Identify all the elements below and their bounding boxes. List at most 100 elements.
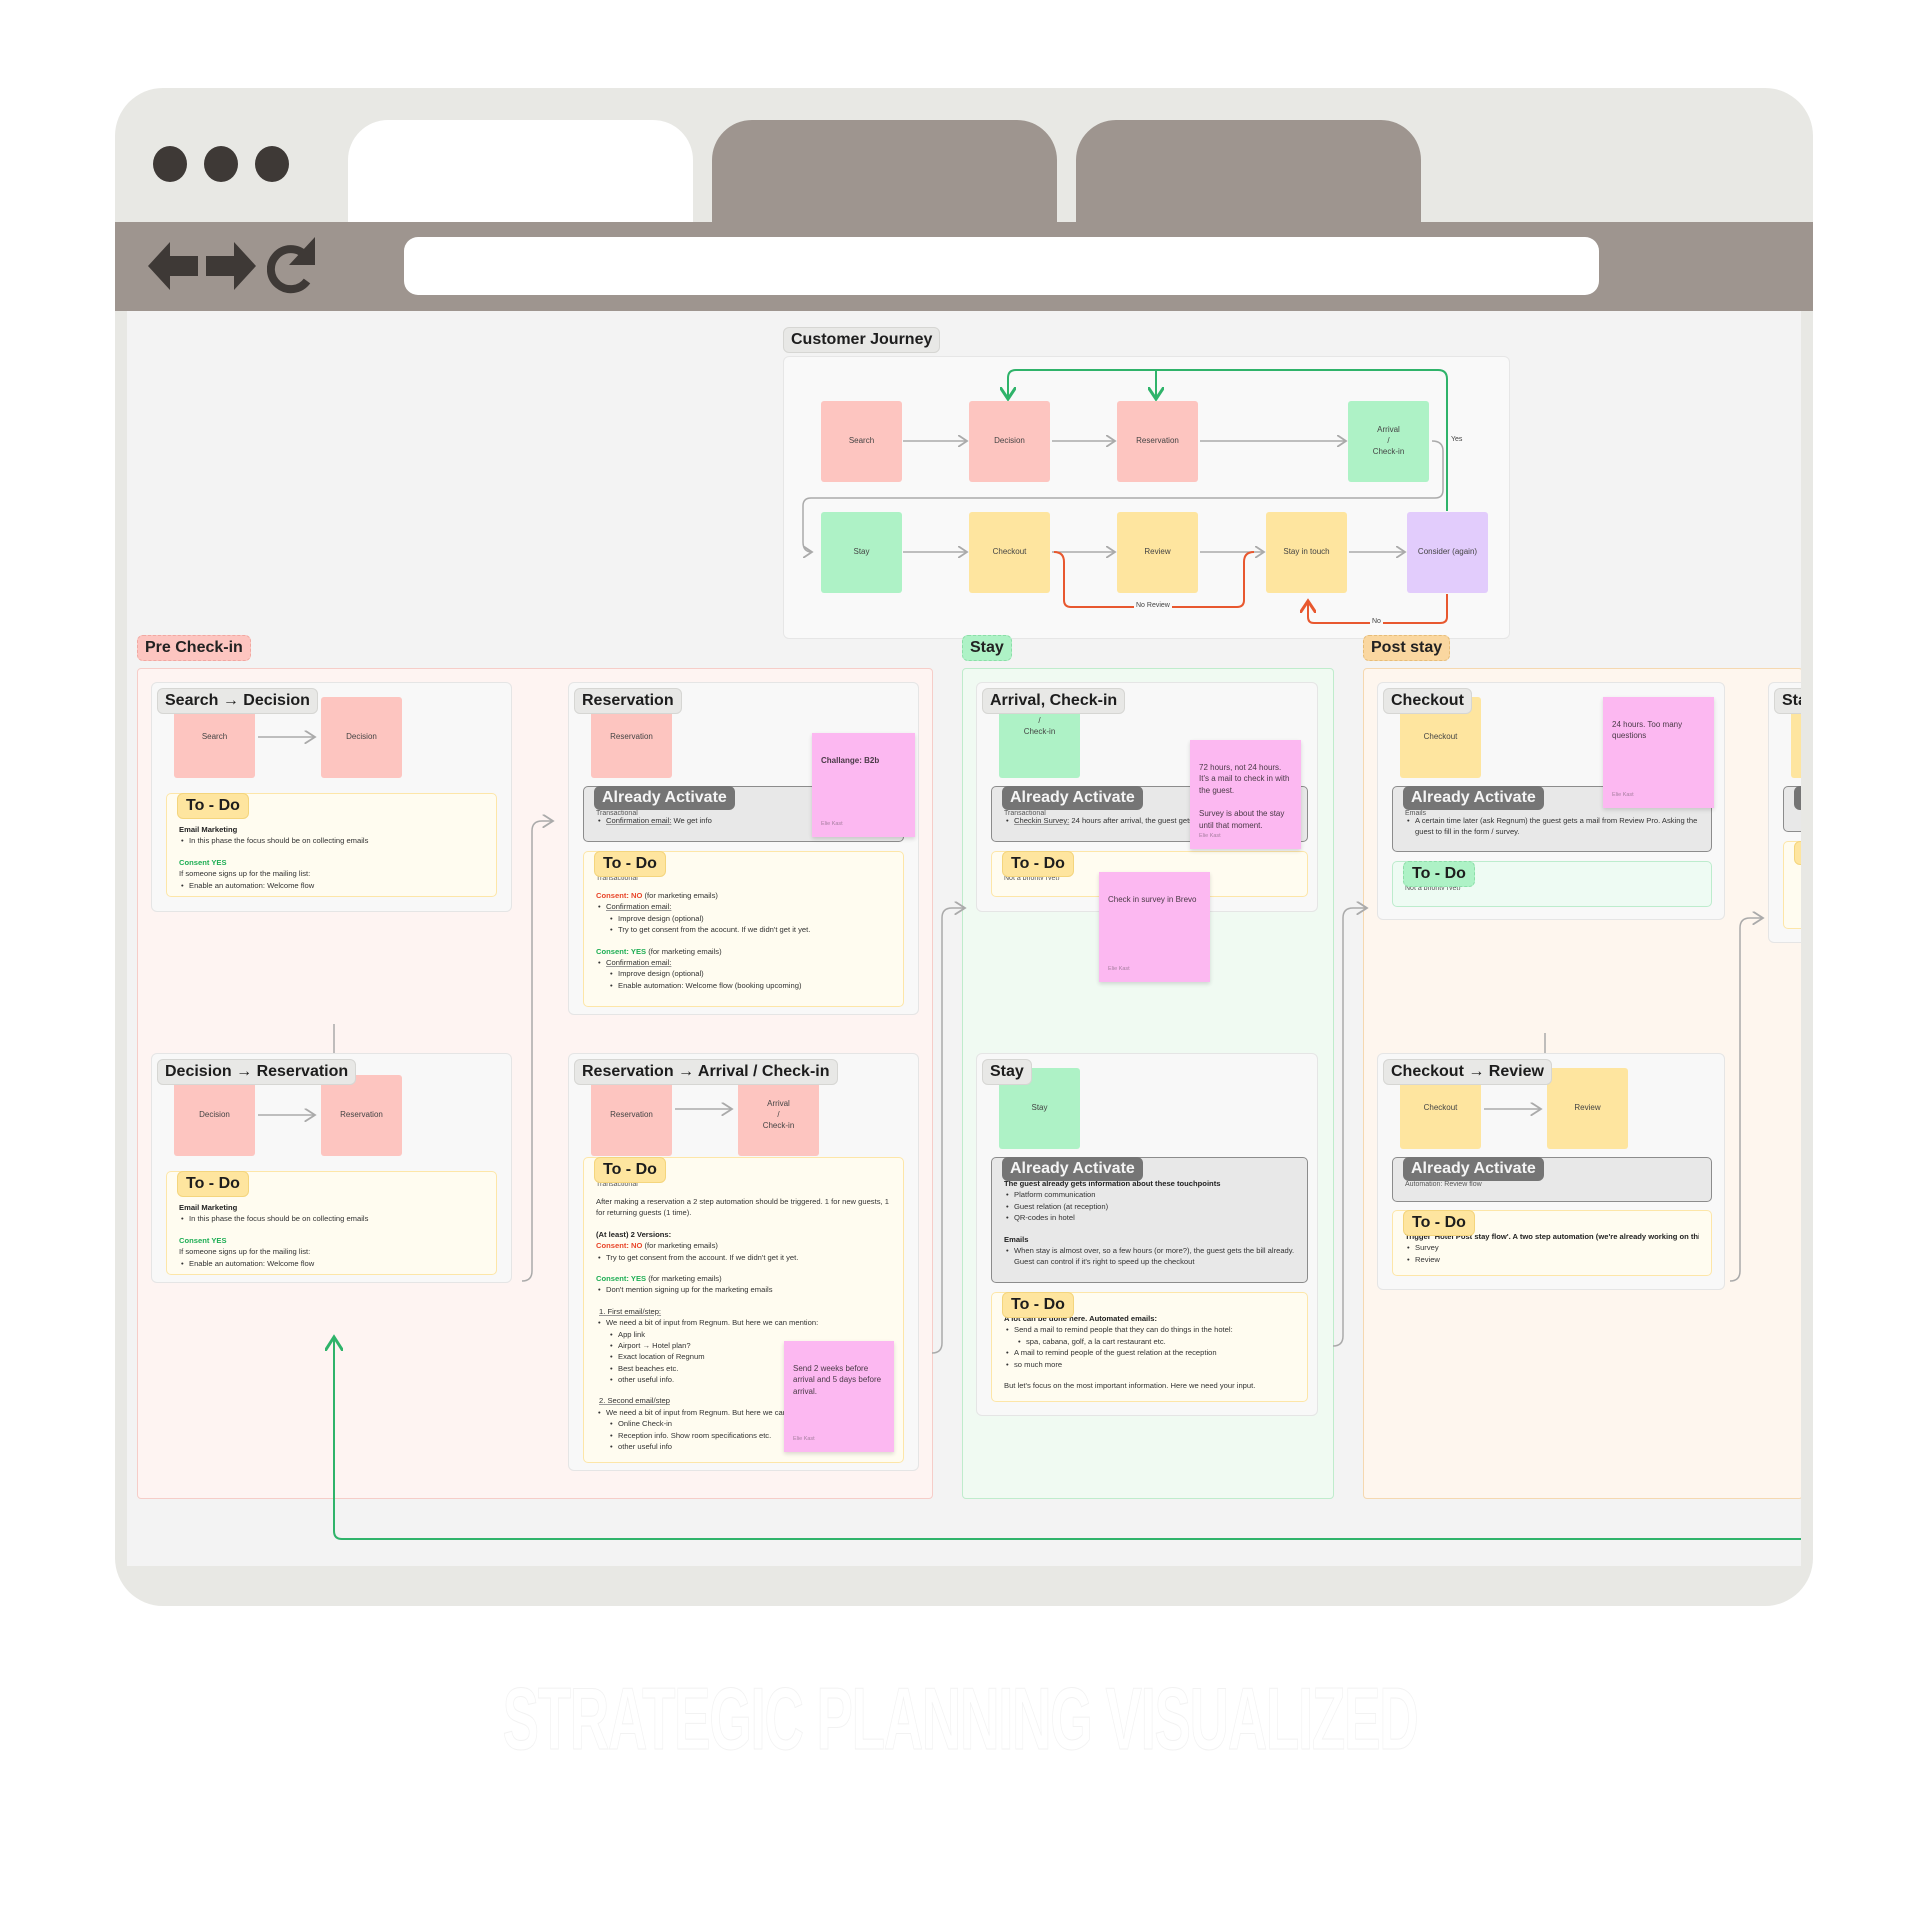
todo-chip: To - Do [177,1171,249,1198]
card-title: Stay [982,1059,1032,1085]
consent-yes-label: Consent YES [179,1235,227,1245]
todo-item: Don't mention signing up for the marketi… [596,1284,891,1296]
journey-node-review[interactable]: Review [1117,512,1198,593]
active-item: When stay is almost over, so a few hours… [1004,1245,1295,1268]
todo-item: Try to get consent from the account. If … [596,1252,891,1264]
todo-text: After making a reservation a 2 step auto… [596,1197,889,1218]
forward-button[interactable] [205,240,257,292]
card-title: Reservation [574,688,682,714]
journey-node-arrival[interactable]: Arrival / Check-in [1348,401,1429,482]
edge-label-no: No [1370,618,1383,625]
reload-button[interactable] [265,236,325,296]
tab-3[interactable] [1076,120,1421,222]
step-1-heading: 1. First email/step: [599,1306,662,1316]
card-decision-reservation[interactable]: Decision → Reservation Decision Reservat… [151,1053,512,1283]
todo-heading: Email Marketing [179,1203,238,1212]
consent-yes-label: Consent YES [179,857,227,867]
todo-panel [1783,841,1801,929]
back-button[interactable] [147,240,199,292]
todo-chip: To - Do [177,793,249,820]
todo-chip: To - Do [594,1157,666,1184]
todo-item: Enable an automation: Welcome flow [179,880,484,892]
card-node-decision[interactable]: Decision [321,697,402,778]
active-item: A certain time later (ask Regnum) the gu… [1405,815,1699,838]
edge-label-no-review: No Review [1134,602,1172,609]
edge-label-yes: Yes [1449,436,1465,443]
card-arrival-checkin[interactable]: Arrival, Check-in Arrival / Check-in Alr… [976,682,1318,982]
window-controls [153,146,289,182]
card-node-arrival[interactable]: Arrival / Check-in [738,1075,819,1156]
journey-node-checkout[interactable]: Checkout [969,512,1050,593]
journey-node-decision[interactable]: Decision [969,401,1050,482]
sticky-note-brevo-survey[interactable]: Check in survey in Brevo Elie Kast [1099,872,1210,982]
todo-panel: To - Do Trigger 'Hotel Post stay flow'. … [1392,1210,1712,1276]
consent-yes-line: Consent: YES (for marketing emails) [596,1273,722,1283]
journey-node-reservation[interactable]: Reservation [1117,401,1198,482]
forward-arrow-icon [206,242,256,290]
card-node-review[interactable]: Review [1547,1068,1628,1149]
todo-item: Send a mail to remind people that they c… [1004,1324,1295,1336]
already-active-panel [1783,786,1801,832]
journey-node-consider[interactable]: Consider (again) [1407,512,1488,593]
todo-subitem: spa, cabana, golf, a la cart restaurant … [1004,1336,1295,1348]
browser-window: Customer Journey Search Decision Reserva… [115,88,1813,1606]
connector-to-arrival [931,908,965,1354]
todo-chip: To - Do [1002,851,1074,878]
todo-panel: To - Do Email Marketing In this phase th… [166,793,497,897]
todo-item: We need a bit of input from Regnum. But … [596,1317,891,1329]
card-node-reservation[interactable]: Reservation [591,1075,672,1156]
consent-no-line: Consent: NO (for marketing emails) [596,1241,718,1251]
todo-item: so much more [1004,1359,1295,1371]
card-stay[interactable]: Stay Stay Already Activate The guest alr… [976,1053,1318,1416]
todo-item: Enable an automation: Welcome flow [179,1258,484,1270]
page-tagline: STRATEGIC PLANNING VISUALIZED [502,1669,1419,1769]
todo-chip: To - Do [1403,861,1475,888]
tab-2[interactable] [712,120,1057,222]
active-item: QR-codes in hotel [1004,1212,1295,1224]
already-active-chip: Already Activate [594,786,735,811]
sticky-text: Check in survey in Brevo [1108,894,1197,904]
card-node-reservation[interactable]: Reservation [321,1075,402,1156]
tab-strip [115,88,1813,222]
address-bar[interactable] [404,237,1599,295]
journey-node-search[interactable]: Search [821,401,902,482]
tab-active[interactable] [348,120,693,222]
journey-node-stay[interactable]: Stay [821,512,902,593]
sticky-note-24-hours[interactable]: 24 hours. Too many questions Elie Kast [1603,697,1714,808]
card-node-decision[interactable]: Decision [174,1075,255,1156]
card-stay-in-touch-partial[interactable]: Stay in touch [1768,682,1801,943]
whiteboard-canvas[interactable]: Customer Journey Search Decision Reserva… [127,311,1801,1566]
customer-journey-title: Customer Journey [783,327,941,353]
window-dot-minimize[interactable] [204,146,238,182]
sticky-author: Elie Kast [1199,833,1221,840]
card-checkout-review[interactable]: Checkout → Review Checkout Review Alread… [1377,1053,1725,1290]
sticky-note-challenge[interactable]: Challange: B2b Elie Kast [812,733,915,837]
card-title: Reservation → Arrival / Check-in [574,1059,838,1085]
window-dot-close[interactable] [153,146,187,182]
customer-journey-frame: Search Decision Reservation Arrival / Ch… [783,356,1510,639]
sticky-text: Challange: B2b [821,755,880,765]
sticky-author: Elie Kast [793,1436,815,1443]
card-checkout[interactable]: Checkout Checkout Already Activate Email… [1377,682,1725,920]
card-reservation-arrival[interactable]: Reservation → Arrival / Check-in Reserva… [568,1053,919,1471]
sticky-note-send-timing[interactable]: Send 2 weeks before arrival and 5 days b… [784,1341,894,1452]
todo-text: If someone signs up for the mailing list… [179,1247,311,1257]
active-item: Platform communication [1004,1189,1295,1201]
sticky-author: Elie Kast [1612,792,1634,799]
reload-icon [267,237,315,294]
consent-yes-line: Consent: YES (for marketing emails) [596,946,722,956]
already-active-chip: Already Activate [1403,1157,1544,1182]
card-search-decision[interactable]: Search → Decision Search Decision To - D… [151,682,512,912]
already-active-chip: Already Activate [1002,786,1143,811]
sticky-text: 72 hours, not 24 hours. It's a mail to c… [1199,762,1290,830]
already-active-chip: Already Activate [1403,786,1544,811]
todo-chip [1794,841,1801,865]
card-reservation[interactable]: Reservation Reservation Already Activate… [568,682,919,1015]
window-dot-maximize[interactable] [255,146,289,182]
todo-subitem: Improve design (optional) [596,968,891,980]
already-active-panel: Already Activate Automation: Review flow [1392,1157,1712,1202]
todo-heading: Email Marketing [179,825,238,834]
todo-chip: To - Do [594,851,666,878]
sticky-note-72-hours[interactable]: 72 hours, not 24 hours. It's a mail to c… [1190,740,1301,849]
journey-node-stay-in-touch[interactable]: Stay in touch [1266,512,1347,593]
